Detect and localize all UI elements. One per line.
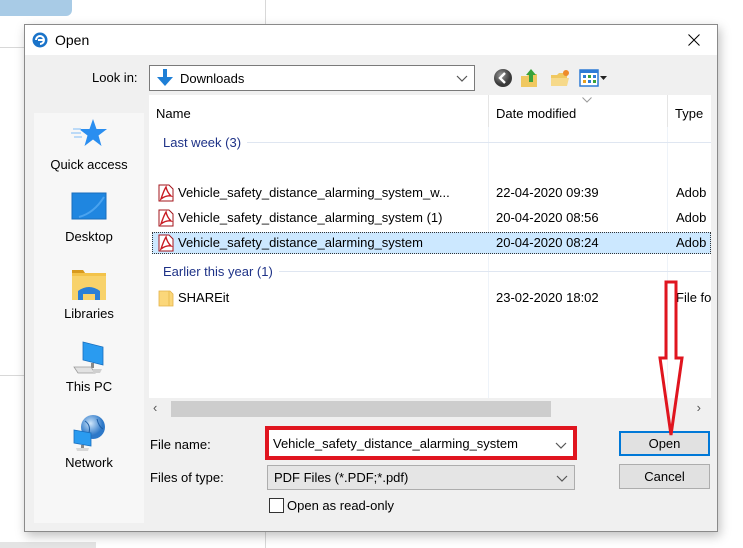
open-button[interactable]: Open xyxy=(619,431,710,456)
group-header-label: Last week (3) xyxy=(163,135,242,150)
checkbox-box[interactable] xyxy=(269,498,284,513)
file-date: 20-04-2020 08:56 xyxy=(496,210,599,225)
sidebar-item-label: Libraries xyxy=(64,306,114,321)
network-icon xyxy=(73,415,105,451)
file-date: 23-02-2020 18:02 xyxy=(496,290,599,305)
scroll-right-arrow-icon[interactable]: › xyxy=(697,400,701,415)
file-row[interactable]: Vehicle_safety_distance_alarming_system … xyxy=(152,207,711,229)
sidebar-item-label: Desktop xyxy=(65,229,113,244)
file-row[interactable]: SHAREit 23-02-2020 18:02 File fo xyxy=(152,287,711,309)
file-name-input[interactable] xyxy=(269,435,539,451)
cancel-button[interactable]: Cancel xyxy=(619,464,710,489)
open-read-only-checkbox[interactable]: Open as read-only xyxy=(269,498,394,513)
group-divider xyxy=(278,271,711,272)
view-menu-icon[interactable] xyxy=(579,67,609,89)
libraries-folder-icon xyxy=(72,270,106,300)
background-divider xyxy=(0,47,24,48)
sidebar-item-label: This PC xyxy=(65,379,113,394)
back-icon[interactable] xyxy=(492,67,514,89)
open-file-dialog: Open Look in: Downloads Quick access Des… xyxy=(24,24,718,532)
group-header-earlier-this-year[interactable]: Earlier this year (1) xyxy=(163,264,711,279)
file-name: Vehicle_safety_distance_alarming_system xyxy=(178,235,423,250)
pdf-icon xyxy=(158,234,174,252)
file-row-selected[interactable]: Vehicle_safety_distance_alarming_system … xyxy=(152,232,711,254)
group-divider xyxy=(247,142,711,143)
sidebar-item-network[interactable]: Network xyxy=(34,411,144,477)
file-type-dropdown[interactable]: PDF Files (*.PDF;*.pdf) xyxy=(267,465,575,490)
close-icon xyxy=(688,34,700,46)
sidebar-item-label: Network xyxy=(65,455,113,470)
column-header-date-modified[interactable]: Date modified xyxy=(489,95,669,127)
file-name: SHAREit xyxy=(178,290,230,305)
scrollbar-thumb[interactable] xyxy=(171,401,551,417)
group-header-label: Earlier this year (1) xyxy=(163,264,273,279)
look-in-value: Downloads xyxy=(180,70,245,86)
pdf-icon xyxy=(158,184,174,202)
this-pc-icon xyxy=(73,341,104,374)
dialog-title: Open xyxy=(55,32,90,48)
file-date: 22-04-2020 09:39 xyxy=(496,185,599,200)
column-header-name[interactable]: Name xyxy=(149,95,489,127)
file-type: File fo xyxy=(676,290,711,305)
title-bar[interactable]: Open xyxy=(25,25,717,55)
chevron-down-icon xyxy=(556,475,568,482)
background-tab xyxy=(0,542,96,548)
sidebar-item-this-pc[interactable]: This PC xyxy=(34,337,144,403)
scroll-left-arrow-icon[interactable]: ‹ xyxy=(153,400,157,415)
file-type-label: Files of type: xyxy=(150,470,224,485)
horizontal-scrollbar[interactable]: ‹ › xyxy=(149,398,711,418)
sidebar-item-desktop[interactable]: Desktop xyxy=(34,187,144,253)
file-date: 20-04-2020 08:24 xyxy=(496,235,599,250)
sidebar-item-label: Quick access xyxy=(50,157,128,172)
file-type: Adob xyxy=(676,185,707,200)
sidebar-item-libraries[interactable]: Libraries xyxy=(34,262,144,328)
sidebar-item-quick-access[interactable]: Quick access xyxy=(34,113,144,179)
file-name-combo[interactable] xyxy=(265,426,577,460)
column-header-type[interactable]: Type xyxy=(668,95,711,127)
background-divider xyxy=(0,375,24,376)
file-row[interactable]: Vehicle_safety_distance_alarming_system_… xyxy=(152,182,711,204)
background-start-button xyxy=(0,0,72,16)
file-name: Vehicle_safety_distance_alarming_system … xyxy=(178,210,443,225)
checkbox-label: Open as read-only xyxy=(287,498,394,513)
look-in-dropdown[interactable]: Downloads xyxy=(149,65,475,91)
places-sidebar: Quick access Desktop Libraries This PC N… xyxy=(34,113,144,523)
downloads-arrow-icon xyxy=(157,69,173,86)
app-logo-icon xyxy=(32,32,48,48)
file-type: Adob xyxy=(676,210,707,225)
chevron-down-icon[interactable] xyxy=(555,439,567,451)
quick-access-star-icon xyxy=(71,119,107,146)
file-name-label: File name: xyxy=(150,437,211,452)
pdf-icon xyxy=(158,209,174,227)
file-type: Adob xyxy=(676,235,707,250)
folder-icon xyxy=(158,290,174,307)
desktop-icon xyxy=(71,192,107,220)
chevron-down-icon xyxy=(456,75,468,82)
up-folder-icon[interactable] xyxy=(519,67,541,89)
group-header-last-week[interactable]: Last week (3) xyxy=(163,135,711,150)
close-button[interactable] xyxy=(671,25,717,55)
new-folder-icon[interactable] xyxy=(549,67,571,89)
file-list: Name Date modified Type Last week (3) Ve… xyxy=(149,95,711,417)
file-type-value: PDF Files (*.PDF;*.pdf) xyxy=(274,470,409,485)
file-name: Vehicle_safety_distance_alarming_system_… xyxy=(178,185,450,200)
look-in-label: Look in: xyxy=(92,70,138,85)
